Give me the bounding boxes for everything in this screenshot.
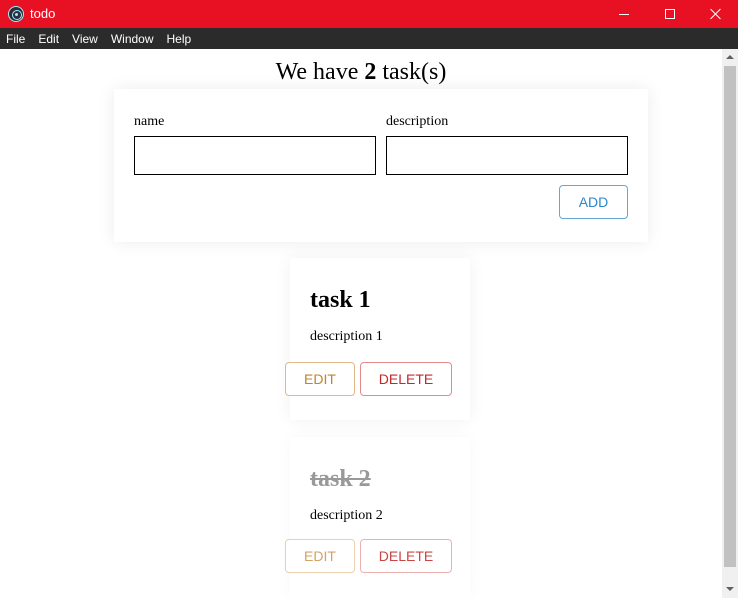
maximize-icon <box>665 9 675 19</box>
edit-button[interactable]: EDIT <box>285 539 355 573</box>
scroll-thumb[interactable] <box>724 66 736 567</box>
minimize-icon <box>619 13 629 15</box>
delete-button[interactable]: DELETE <box>360 362 452 396</box>
add-task-form: name description ADD <box>114 89 648 242</box>
task-title[interactable]: task 1 <box>310 287 371 314</box>
delete-button[interactable]: DELETE <box>360 539 452 573</box>
minimize-button[interactable] <box>601 0 647 28</box>
vertical-scrollbar[interactable] <box>722 49 738 598</box>
task-card: task 2 description 2 EDIT DELETE <box>285 437 470 598</box>
description-input[interactable] <box>386 136 628 175</box>
scroll-up-icon[interactable] <box>726 55 734 59</box>
task-title[interactable]: task 2 <box>310 466 371 493</box>
menu-view[interactable]: View <box>72 32 98 46</box>
heading-prefix: We have <box>275 59 365 85</box>
add-button[interactable]: ADD <box>559 185 628 219</box>
task-description: description 1 <box>310 329 383 344</box>
heading-suffix: task(s) <box>376 59 447 85</box>
menu-edit[interactable]: Edit <box>38 32 59 46</box>
window-title: todo <box>30 6 56 21</box>
scroll-down-icon[interactable] <box>726 587 734 591</box>
edit-button[interactable]: EDIT <box>285 362 355 396</box>
task-description: description 2 <box>310 508 383 523</box>
maximize-button[interactable] <box>647 0 693 28</box>
task-card: task 1 description 1 EDIT DELETE <box>285 258 470 420</box>
menu-file[interactable]: File <box>6 32 25 46</box>
close-icon <box>710 8 722 20</box>
name-label: name <box>134 114 165 129</box>
description-label: description <box>386 114 449 129</box>
main-content: We have 2 task(s) name description ADD t… <box>0 49 722 598</box>
task-count: 2 <box>364 59 377 85</box>
menu-help[interactable]: Help <box>167 32 192 46</box>
close-button[interactable] <box>693 0 738 28</box>
electron-icon <box>8 6 24 22</box>
task-count-heading: We have 2 task(s) <box>0 59 722 86</box>
title-bar[interactable]: todo <box>0 0 738 28</box>
name-input[interactable] <box>134 136 376 175</box>
menu-bar: File Edit View Window Help <box>0 28 738 49</box>
menu-window[interactable]: Window <box>111 32 154 46</box>
